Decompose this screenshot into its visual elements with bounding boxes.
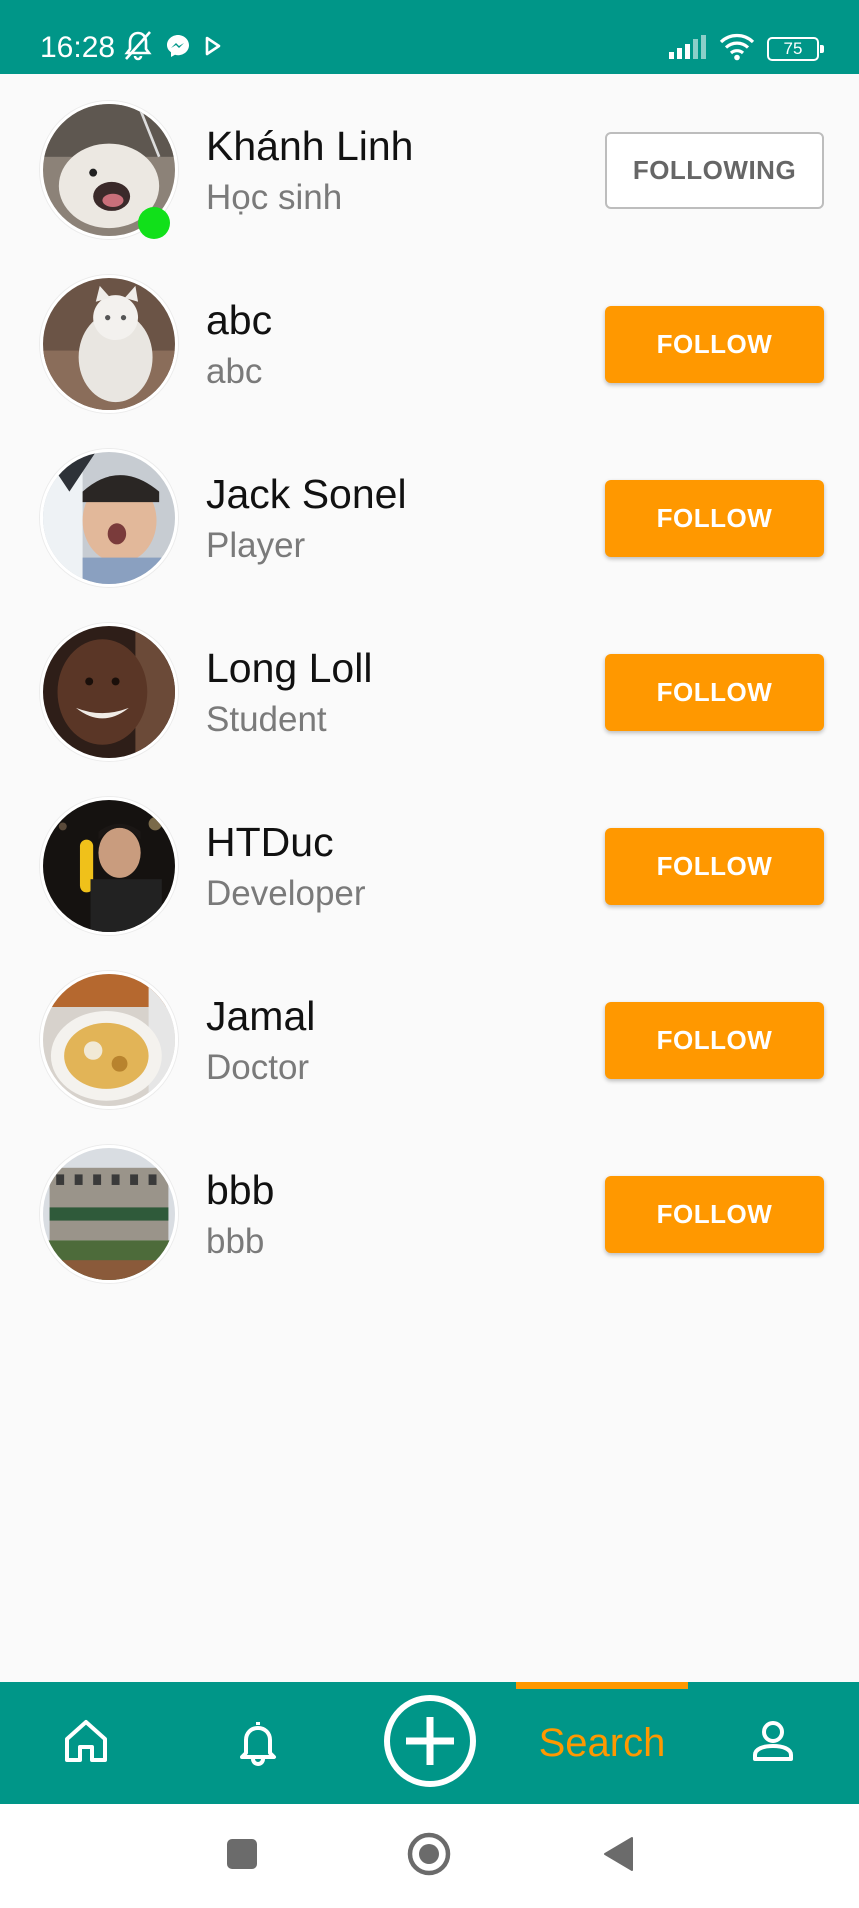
system-navigation-bar — [0, 1804, 859, 1908]
bottom-navigation: Search — [0, 1682, 859, 1804]
follow-button[interactable]: FOLLOW — [605, 828, 824, 905]
user-name[interactable]: Khánh Linh — [206, 122, 413, 170]
list-item[interactable]: bbb bbb FOLLOW — [0, 1118, 859, 1292]
list-item[interactable]: Jamal Doctor FOLLOW — [0, 944, 859, 1118]
online-status-dot — [138, 207, 170, 239]
follow-button[interactable]: FOLLOW — [605, 1176, 824, 1253]
nav-profile[interactable] — [733, 1682, 813, 1804]
avatar[interactable] — [40, 275, 178, 413]
recents-icon — [225, 1837, 259, 1876]
user-name[interactable]: bbb — [206, 1166, 274, 1214]
status-bar: 16:28 75 — [0, 0, 859, 74]
system-status-icons: 75 — [667, 32, 824, 66]
avatar[interactable] — [40, 623, 178, 761]
back-button[interactable] — [588, 1804, 648, 1908]
user-title: abc — [206, 352, 263, 391]
user-title: Student — [206, 700, 327, 739]
user-name[interactable]: Jack Sonel — [206, 470, 407, 518]
user-list: Khánh Linh Học sinh FOLLOWING abc abc FO… — [0, 74, 859, 1292]
nav-home[interactable] — [46, 1682, 126, 1804]
user-name[interactable]: abc — [206, 296, 272, 344]
add-circle-icon — [382, 1693, 478, 1794]
avatar[interactable] — [40, 449, 178, 587]
nav-notifications[interactable] — [218, 1682, 298, 1804]
play-icon — [202, 34, 224, 63]
search-tab[interactable]: Search — [516, 1682, 688, 1804]
signal-icon — [667, 34, 707, 65]
user-name[interactable]: Jamal — [206, 992, 315, 1040]
home-button[interactable] — [399, 1804, 459, 1908]
notification-icons — [122, 30, 224, 66]
avatar[interactable] — [40, 797, 178, 935]
home-icon — [60, 1715, 112, 1772]
nav-add[interactable] — [380, 1682, 480, 1804]
follow-button[interactable]: FOLLOW — [605, 306, 824, 383]
follow-button[interactable]: FOLLOW — [605, 480, 824, 557]
home-circle-icon — [406, 1831, 452, 1882]
bell-icon — [232, 1715, 284, 1772]
battery-icon: 75 — [767, 37, 824, 61]
wifi-icon — [719, 33, 755, 66]
user-title: Học sinh — [206, 178, 343, 217]
list-item[interactable]: Long Loll Student FOLLOW — [0, 596, 859, 770]
list-item[interactable]: abc abc FOLLOW — [0, 248, 859, 422]
avatar[interactable] — [40, 1145, 178, 1283]
list-item[interactable]: Jack Sonel Player FOLLOW — [0, 422, 859, 596]
back-icon — [601, 1835, 635, 1878]
following-button[interactable]: FOLLOWING — [605, 132, 824, 209]
user-name[interactable]: Long Loll — [206, 644, 372, 692]
list-item[interactable]: Khánh Linh Học sinh FOLLOWING — [0, 74, 859, 248]
profile-icon — [747, 1715, 799, 1772]
avatar[interactable] — [40, 971, 178, 1109]
search-tab-label: Search — [538, 1720, 666, 1765]
follow-button[interactable]: FOLLOW — [605, 1002, 824, 1079]
bell-off-icon — [122, 29, 154, 68]
user-title: Doctor — [206, 1048, 310, 1087]
status-time: 16:28 — [40, 31, 116, 64]
list-item[interactable]: HTDuc Developer FOLLOW — [0, 770, 859, 944]
follow-button[interactable]: FOLLOW — [605, 654, 824, 731]
user-title: Developer — [206, 874, 366, 913]
messenger-icon — [164, 32, 192, 65]
recents-button[interactable] — [212, 1804, 272, 1908]
user-title: bbb — [206, 1222, 265, 1261]
user-name[interactable]: HTDuc — [206, 818, 334, 866]
user-title: Player — [206, 526, 306, 565]
